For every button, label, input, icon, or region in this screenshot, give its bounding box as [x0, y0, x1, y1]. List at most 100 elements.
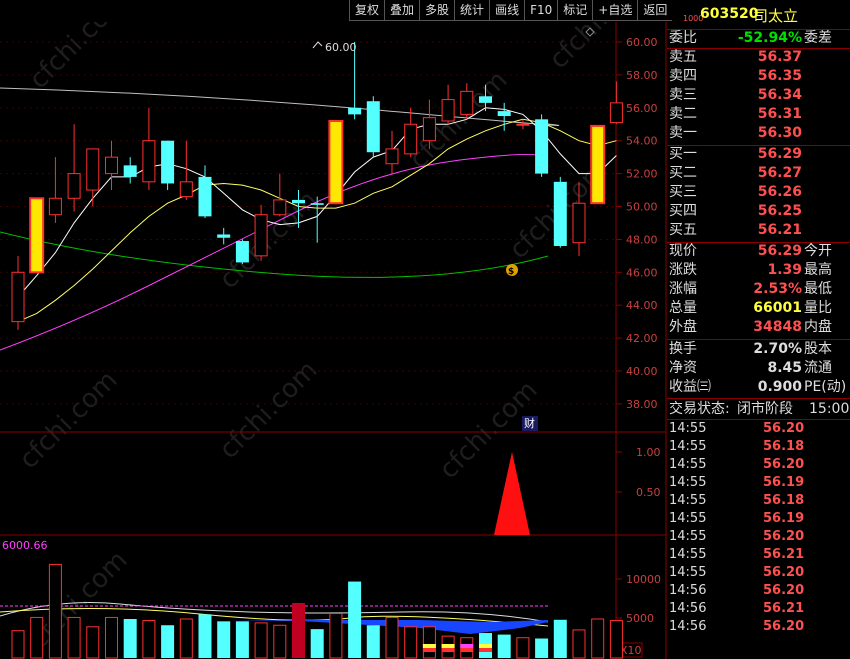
volume-bar-up — [254, 622, 268, 659]
stock-code: 603520 — [700, 6, 759, 22]
mark-button[interactable]: 标记 — [557, 0, 593, 21]
y-tick-label: 38.00 — [626, 398, 658, 411]
volume-bar-up — [404, 626, 418, 659]
kline-chart[interactable]: cfchi.comcfchi.comcfchi.comcfchi.comcfch… — [0, 0, 667, 659]
y-tick-label: 10000 — [626, 573, 661, 586]
candle-body-up — [142, 140, 156, 183]
tick-time: 14:55 — [669, 493, 707, 508]
volume-bar-up — [67, 616, 81, 659]
tick-time: 14:55 — [669, 421, 707, 436]
y-tick-label: 56.00 — [626, 102, 658, 115]
stock-name: 司太立 — [753, 7, 799, 25]
candle-body-up — [441, 99, 455, 122]
quote-panel: 1000 603520 司太立 委比 -52.94% 委差 卖五 56.37 卖四 5… — [667, 0, 850, 659]
tick-price: 56.20 — [763, 565, 805, 580]
draw-line-button[interactable]: 画线 — [489, 0, 525, 21]
stat-label: 总量 — [669, 300, 697, 316]
candle-body-down — [235, 241, 249, 263]
candle-body-down — [198, 176, 212, 217]
volume-marker — [479, 644, 492, 648]
volume-bar-down — [123, 619, 137, 658]
candle-body-limit-up — [590, 124, 606, 205]
stock-kline-window: cfchi.com cfchi.com cfchi.com cfchi.com cfch… — [0, 0, 850, 659]
volume-bar-up — [516, 637, 530, 659]
tick-time: 14:55 — [669, 439, 707, 454]
stat-label-2: 股本 — [804, 341, 832, 357]
volume-marker — [479, 648, 492, 652]
candle-body-up — [609, 102, 623, 124]
candle-body-down — [161, 140, 175, 184]
tick-price: 56.21 — [763, 547, 805, 562]
bid-label: 买三 — [669, 184, 697, 200]
candle-body-up — [86, 148, 100, 191]
overlay-button[interactable]: 叠加 — [384, 0, 420, 21]
bid-price: 56.27 — [757, 165, 802, 181]
watermark: cfchi.com — [404, 65, 514, 175]
candle-body-down — [479, 96, 492, 103]
watermark: cfchi.com — [214, 185, 324, 295]
candle-body-down — [310, 203, 324, 205]
candle-body-down — [217, 234, 231, 238]
statistics-button[interactable]: 统计 — [454, 0, 490, 21]
stat-row: 外盘 34848 内盘 — [667, 318, 850, 337]
stat-label-2: 内盘 — [804, 319, 832, 335]
volume-bar-up — [329, 613, 343, 659]
volume-bar-down — [235, 621, 249, 658]
bid-label: 买二 — [669, 165, 697, 181]
bid-row: 买三 56.26 — [667, 183, 850, 202]
volume-bar-up — [572, 629, 586, 659]
ask-price: 56.34 — [757, 87, 802, 103]
tick-row: 14:55 56.18 — [667, 438, 850, 456]
candle-body-up — [67, 173, 81, 199]
stat-label-2: 量比 — [804, 300, 832, 316]
tick-time: 14:55 — [669, 529, 707, 544]
ask-row: 卖四 56.35 — [667, 67, 850, 86]
volume-marker — [441, 648, 455, 652]
top-toolbar: 复权 叠加 多股 统计 画线 F10 标记 +自选 返回 — [349, 0, 673, 22]
f10-button[interactable]: F10 — [524, 0, 558, 21]
candle-body-up — [254, 214, 268, 257]
ask-label: 卖三 — [669, 87, 697, 103]
stat-value: 0.900 — [757, 379, 802, 395]
ask-label: 卖二 — [669, 106, 697, 122]
candle-body-limit-up — [29, 197, 45, 274]
weibi-label: 委比 — [669, 30, 697, 46]
candle-body-down — [497, 111, 511, 117]
multi-stock-button[interactable]: 多股 — [419, 0, 455, 21]
status-time: 15:00:0 — [809, 401, 850, 417]
stat-label: 涨幅 — [669, 281, 697, 297]
volume-bar-up — [385, 616, 399, 659]
stat-label-2: 今开 — [804, 243, 832, 259]
ask-label: 卖五 — [669, 49, 697, 65]
volume-bar-up — [422, 626, 436, 659]
ask-price: 56.30 — [757, 125, 802, 141]
volume-bar-down — [161, 625, 175, 658]
stat-row: 换手 2.70% 股本 — [667, 340, 850, 359]
tick-row: 14:56 56.20 — [667, 618, 850, 636]
tick-price: 56.20 — [763, 619, 805, 634]
tick-time: 14:55 — [669, 457, 707, 472]
volume-bar-up — [86, 626, 100, 659]
y-tick-label: 44.00 — [626, 299, 658, 312]
candle-body-down — [366, 101, 380, 153]
stock-header: 1000 603520 司太立 — [667, 0, 850, 30]
candle-body-down — [535, 119, 549, 174]
restore-rights-button[interactable]: 复权 — [349, 0, 385, 21]
y-tick-label: 48.00 — [626, 233, 658, 246]
stat-row: 涨跌 1.39 最高 — [667, 261, 850, 280]
tick-row: 14:55 56.20 — [667, 420, 850, 438]
stat-value: 66001 — [753, 300, 802, 316]
add-favorite-button[interactable]: +自选 — [592, 0, 638, 21]
y-tick-label: 42.00 — [626, 332, 658, 345]
candle-body-up — [516, 123, 530, 126]
bid-price: 56.21 — [757, 222, 802, 238]
tick-time: 14:56 — [669, 583, 707, 598]
bid-label: 买一 — [669, 146, 697, 162]
tick-price: 56.20 — [763, 529, 805, 544]
stat-row: 净资 8.45 流通 — [667, 359, 850, 378]
tick-price: 56.21 — [763, 601, 805, 616]
volume-bar-down — [366, 625, 380, 658]
y-tick-label: 40.00 — [626, 365, 658, 378]
volume-bar-down — [497, 634, 511, 658]
tick-price: 56.18 — [763, 493, 805, 508]
